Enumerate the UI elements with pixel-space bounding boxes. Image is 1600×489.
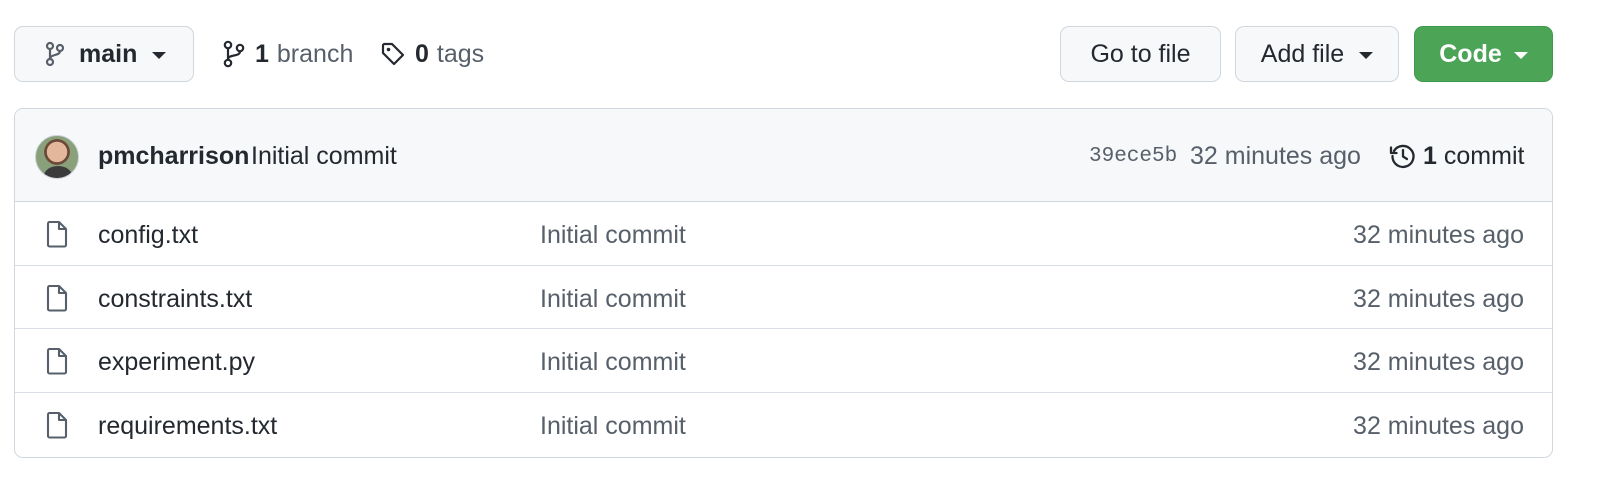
git-branch-icon: [45, 41, 65, 67]
file-age: 32 minutes ago: [1353, 284, 1524, 313]
branch-name: main: [79, 39, 138, 68]
tag-count-label: tags: [436, 39, 485, 68]
file-icon: [46, 220, 68, 248]
file-row[interactable]: requirements.txt Initial commit 32 minut…: [15, 393, 1552, 457]
history-icon: [1389, 144, 1415, 168]
commit-message[interactable]: Initial commit: [251, 142, 397, 171]
tag-icon: [381, 42, 405, 66]
file-row[interactable]: constraints.txt Initial commit 32 minute…: [15, 266, 1552, 329]
file-name[interactable]: experiment.py: [98, 348, 255, 377]
repo-toolbar: main 1 branch 0 tags Go to file Add file…: [14, 26, 1585, 82]
file-row[interactable]: experiment.py Initial commit 32 minutes …: [15, 329, 1552, 393]
chevron-down-icon: [152, 52, 167, 59]
file-commit-message[interactable]: Initial commit: [540, 348, 686, 377]
file-commit-message[interactable]: Initial commit: [540, 285, 686, 314]
branches-link[interactable]: 1 branch: [222, 26, 353, 82]
commit-sha[interactable]: 39ece5b: [1089, 145, 1177, 168]
file-name[interactable]: constraints.txt: [98, 285, 252, 314]
branch-select-button[interactable]: main: [14, 26, 194, 82]
tags-link[interactable]: 0 tags: [380, 26, 484, 82]
file-browser: pmcharrison Initial commit 39ece5b 32 mi…: [14, 108, 1553, 458]
latest-commit-bar: pmcharrison Initial commit 39ece5b 32 mi…: [15, 109, 1552, 202]
go-to-file-button[interactable]: Go to file: [1060, 26, 1221, 82]
add-file-button[interactable]: Add file: [1235, 26, 1399, 82]
tag-count: 0: [415, 39, 429, 68]
branch-count-label: branch: [276, 39, 354, 68]
add-file-label: Add file: [1260, 39, 1345, 68]
file-age: 32 minutes ago: [1353, 411, 1524, 440]
commit-author[interactable]: pmcharrison: [98, 142, 249, 171]
git-branch-icon: [223, 40, 245, 68]
commit-time: 32 minutes ago: [1190, 142, 1361, 170]
chevron-down-icon: [1359, 52, 1374, 59]
file-commit-message[interactable]: Initial commit: [540, 412, 686, 441]
branch-count: 1: [255, 39, 269, 68]
file-icon: [46, 347, 68, 375]
avatar[interactable]: [35, 135, 79, 179]
commit-count: 1: [1423, 142, 1437, 170]
file-age: 32 minutes ago: [1353, 221, 1524, 249]
code-button-label: Code: [1439, 39, 1502, 68]
file-row[interactable]: config.txt Initial commit 32 minutes ago: [15, 202, 1552, 266]
file-icon: [46, 284, 68, 312]
file-name[interactable]: requirements.txt: [98, 412, 277, 441]
file-name[interactable]: config.txt: [98, 221, 198, 250]
commit-history-link[interactable]: 1 commit: [1389, 142, 1524, 171]
file-commit-message[interactable]: Initial commit: [540, 221, 686, 250]
file-age: 32 minutes ago: [1353, 348, 1524, 376]
chevron-down-icon: [1513, 52, 1528, 59]
commit-count-label: commit: [1443, 142, 1525, 170]
file-icon: [46, 411, 68, 439]
code-button[interactable]: Code: [1414, 26, 1553, 82]
